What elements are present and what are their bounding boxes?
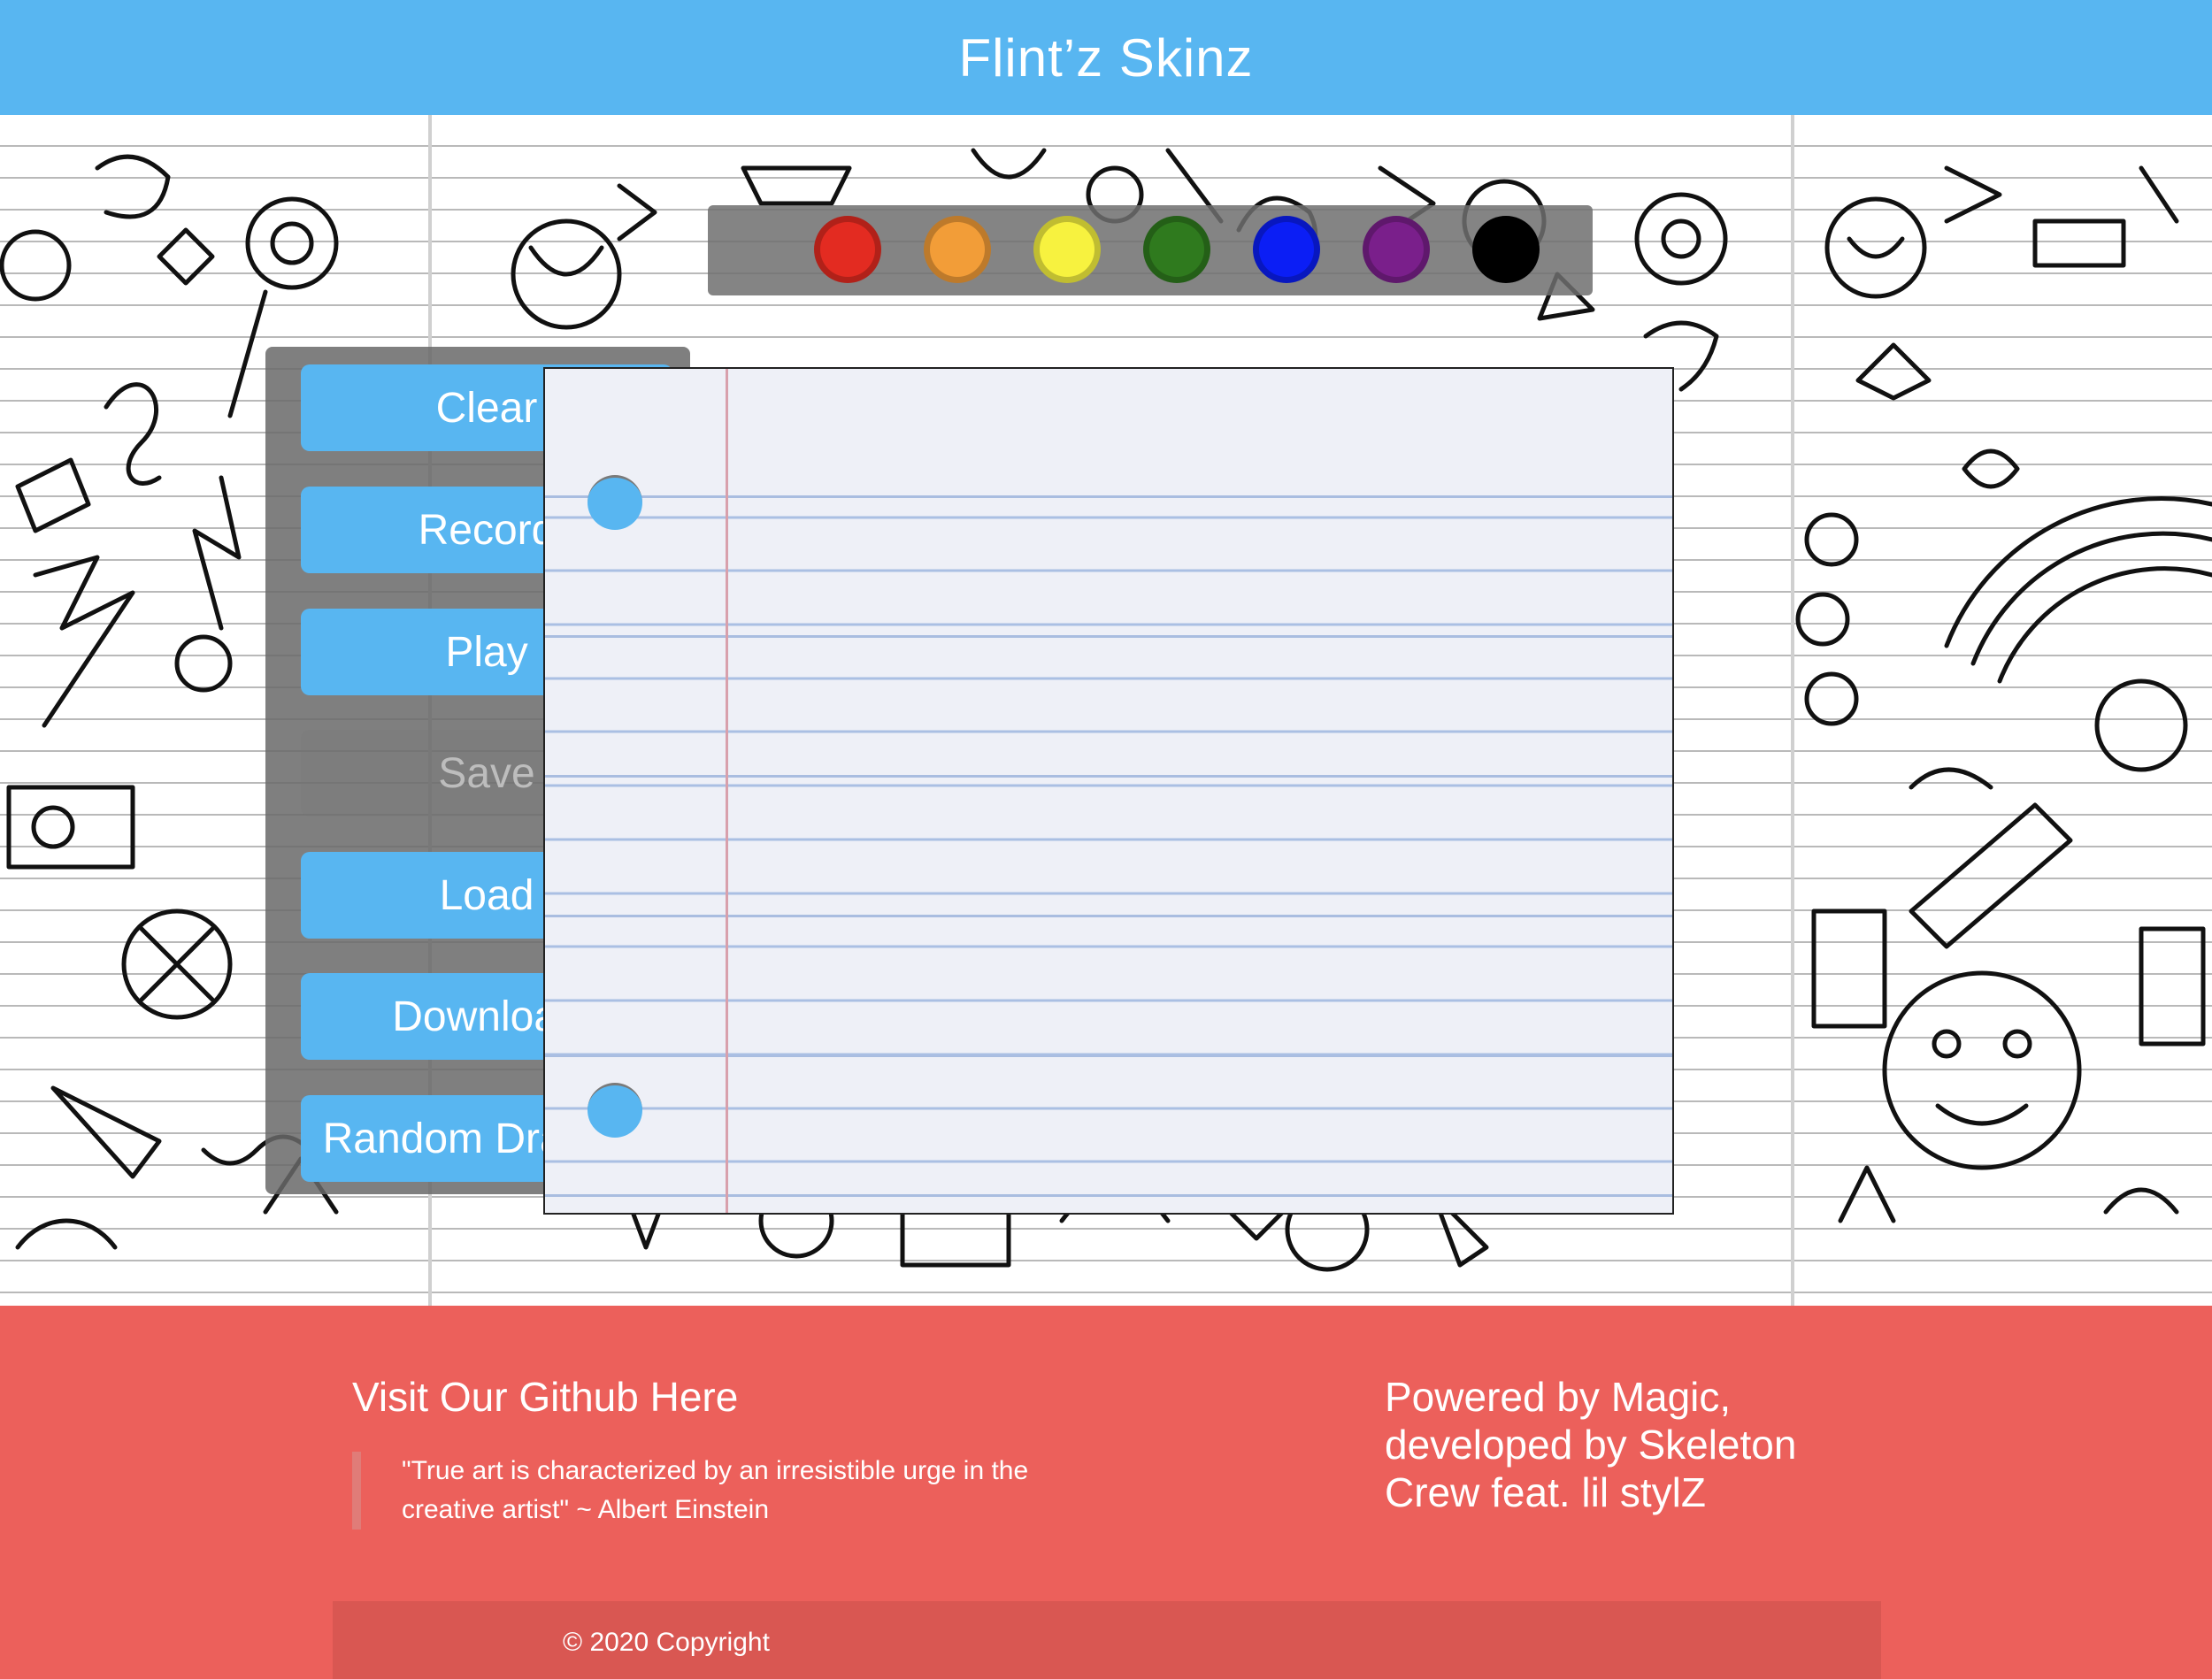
site-header: Flint’z Skinz — [0, 0, 2212, 115]
site-footer: Visit Our Github Here "True art is chara… — [0, 1306, 2212, 1679]
color-swatch-red[interactable] — [814, 216, 881, 283]
color-palette — [708, 205, 1593, 295]
notebook-hole — [588, 475, 642, 530]
notebook-ruled-lines — [545, 516, 1672, 1163]
powered-by-text: Powered by Magic, developed by Skeleton … — [1385, 1374, 1797, 1515]
footer-quote: "True art is characterized by an irresis… — [352, 1452, 1092, 1530]
copyright-text: © 2020 Copyright — [563, 1628, 770, 1657]
drawing-canvas[interactable] — [543, 367, 1674, 1215]
color-swatch-yellow[interactable] — [1033, 216, 1101, 283]
copyright-bar: © 2020 Copyright — [333, 1601, 1881, 1679]
color-swatch-black[interactable] — [1472, 216, 1540, 283]
site-title: Flint’z Skinz — [958, 27, 1254, 88]
color-swatch-orange[interactable] — [924, 216, 991, 283]
github-link[interactable]: Visit Our Github Here — [352, 1373, 738, 1421]
color-swatch-purple[interactable] — [1363, 216, 1430, 283]
notebook-hole — [588, 1083, 642, 1138]
color-swatch-blue[interactable] — [1253, 216, 1320, 283]
notebook-margin-line — [726, 369, 728, 1213]
color-swatch-green[interactable] — [1143, 216, 1210, 283]
page: Flint’z Skinz Clear Record Play Save Loa… — [0, 0, 2212, 1679]
